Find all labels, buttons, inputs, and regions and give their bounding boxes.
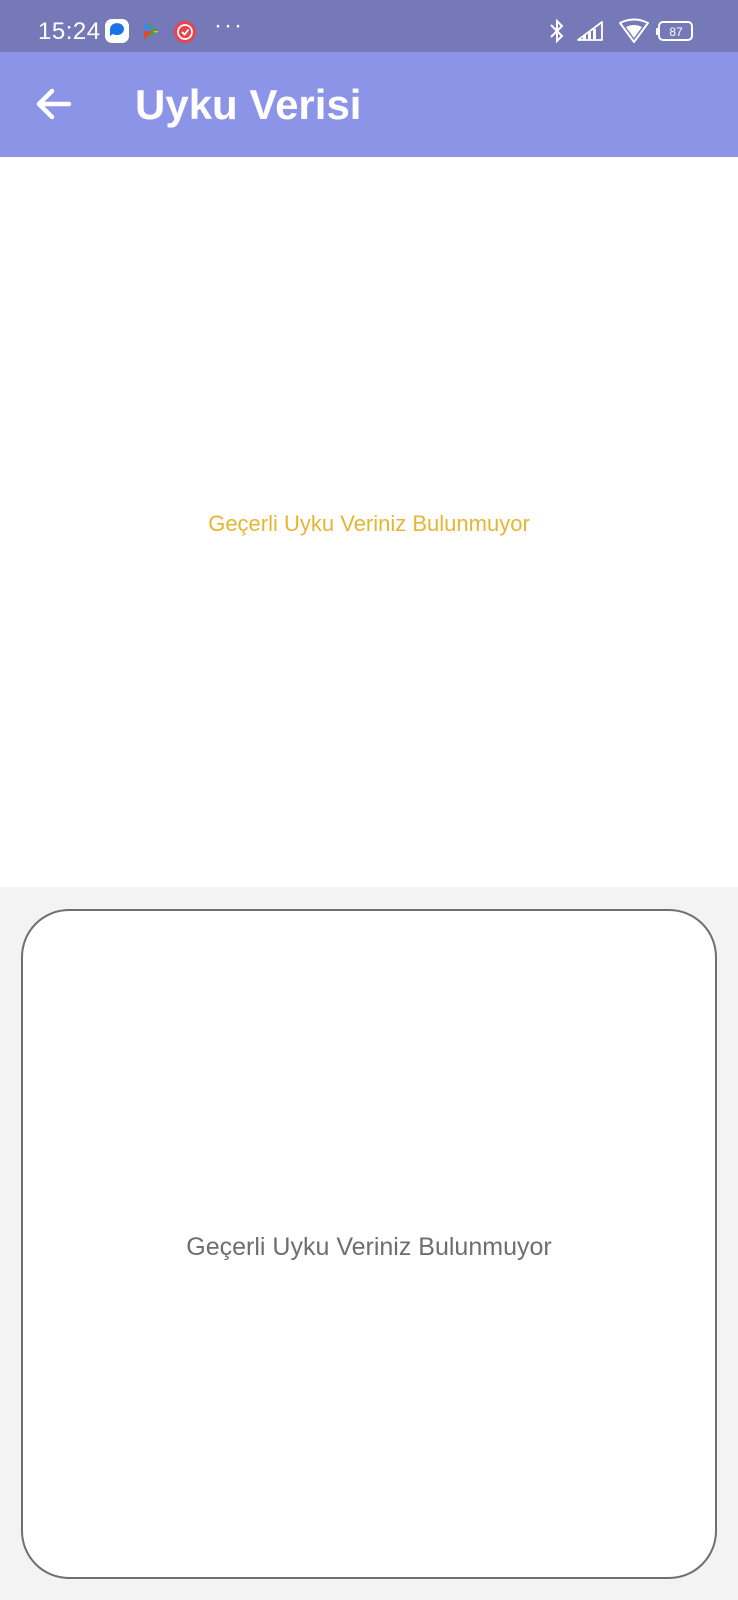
play-games-icon	[144, 22, 159, 40]
wifi-icon	[619, 18, 649, 43]
clock-app-icon	[174, 21, 196, 43]
app-bar: Uyku Verisi	[0, 52, 738, 157]
page-title: Uyku Verisi	[135, 81, 362, 128]
status-time: 15:24	[38, 18, 101, 45]
messages-icon	[105, 19, 129, 43]
status-bar: 15:24 ··· 87	[0, 0, 738, 52]
sleep-details-card: Geçerli Uyku Veriniz Bulunmuyor	[21, 909, 717, 1579]
battery-level: 87	[669, 25, 683, 39]
arrow-left-icon	[36, 88, 72, 120]
empty-state-message: Geçerli Uyku Veriniz Bulunmuyor	[208, 511, 530, 536]
bluetooth-icon	[550, 18, 564, 44]
back-button[interactable]	[28, 78, 80, 130]
card-empty-message: Geçerli Uyku Veriniz Bulunmuyor	[186, 1233, 552, 1261]
signal-icon	[577, 21, 603, 41]
more-notifications-icon: ···	[214, 12, 244, 39]
battery-icon: 87	[656, 21, 693, 41]
sleep-chart-panel: Geçerli Uyku Veriniz Bulunmuyor	[0, 157, 738, 887]
